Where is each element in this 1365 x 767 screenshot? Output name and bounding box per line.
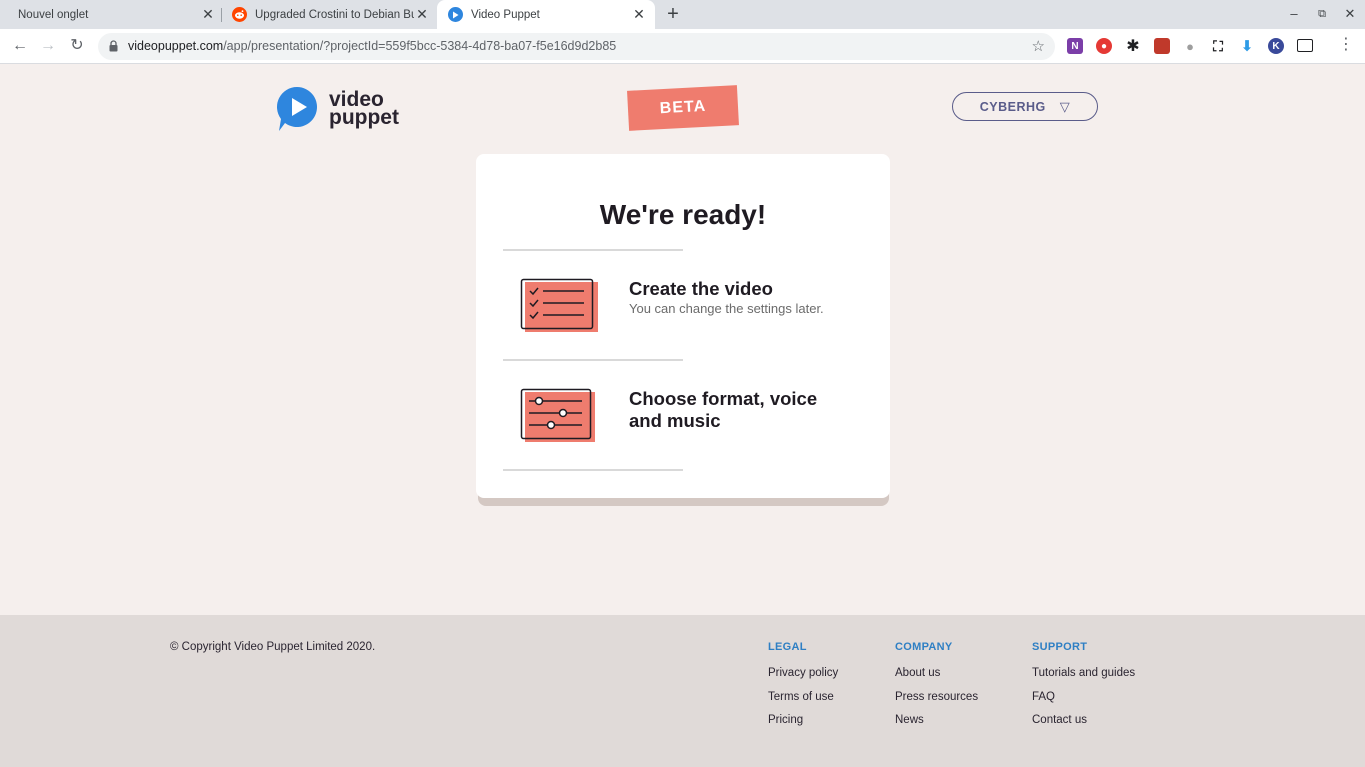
divider xyxy=(503,249,683,251)
checklist-icon xyxy=(520,278,598,332)
pricing-link[interactable]: Pricing xyxy=(768,714,838,728)
footer-legal-column: LEGAL Privacy policy Terms of use Pricin… xyxy=(768,641,838,738)
faq-link[interactable]: FAQ xyxy=(1032,691,1135,705)
card-title: We're ready! xyxy=(599,199,767,230)
screenshot-extension-icon[interactable]: ⛶ xyxy=(1210,38,1226,54)
browser-toolbar: ← → ↻ videopuppet.com/app/presentation/?… xyxy=(0,29,1365,64)
address-bar[interactable]: videopuppet.com/app/presentation/?projec… xyxy=(98,33,1055,60)
footer: © Copyright Video Puppet Limited 2020. L… xyxy=(0,615,1365,767)
video-puppet-icon xyxy=(448,7,463,22)
tab-nouvel-onglet[interactable]: Nouvel onglet ✕ xyxy=(8,0,220,29)
close-window-icon[interactable]: ✕ xyxy=(1342,6,1358,22)
tab-title: Upgraded Crostini to Debian Bus xyxy=(255,8,414,21)
url-text: videopuppet.com/app/presentation/?projec… xyxy=(128,39,616,53)
news-link[interactable]: News xyxy=(895,714,978,728)
user-name: CYBERHG xyxy=(979,99,1046,114)
divider xyxy=(503,359,683,361)
url-path: /app/presentation/?projectId=559f5bcc-53… xyxy=(223,39,617,53)
bookmark-star-icon[interactable]: ☆ xyxy=(1032,37,1045,55)
tab-close-icon[interactable]: ✕ xyxy=(414,6,430,23)
footer-heading: LEGAL xyxy=(768,641,807,653)
logo-text: video puppet xyxy=(329,89,399,129)
minimize-icon[interactable]: – xyxy=(1286,6,1302,21)
about-us-link[interactable]: About us xyxy=(895,667,978,681)
new-tab-button[interactable]: + xyxy=(663,4,683,25)
step-title-line-1: Choose format, voice xyxy=(629,388,818,409)
lock-icon xyxy=(109,40,118,52)
tab-video-puppet[interactable]: Video Puppet ✕ xyxy=(437,0,655,29)
reddit-icon xyxy=(232,7,247,22)
tab-close-icon[interactable]: ✕ xyxy=(631,6,647,23)
sliders-icon xyxy=(520,388,595,442)
logo-line-2: puppet xyxy=(329,106,399,129)
tab-reddit[interactable]: Upgraded Crostini to Debian Bus ✕ xyxy=(222,0,436,29)
download-extension-icon[interactable]: ⬇ xyxy=(1239,38,1255,55)
ready-card: We're ready! Create the video You can ch… xyxy=(476,154,890,498)
contact-us-link[interactable]: Contact us xyxy=(1032,714,1135,728)
footer-company-column: COMPANY About us Press resources News xyxy=(895,641,978,738)
divider xyxy=(503,469,683,471)
forward-arrow-icon[interactable]: → xyxy=(39,37,57,55)
k-extension-icon[interactable]: K xyxy=(1268,38,1284,54)
terms-of-use-link[interactable]: Terms of use xyxy=(768,691,838,705)
step-title-line-2: and music xyxy=(629,410,721,431)
step-title: Create the video xyxy=(629,278,773,299)
beta-badge: BETA xyxy=(627,85,739,131)
browser-tab-strip: Nouvel onglet ✕ Upgraded Crostini to Deb… xyxy=(0,0,1365,29)
speech-bubble-extension-icon[interactable]: ● xyxy=(1182,38,1198,54)
footer-support-column: SUPPORT Tutorials and guides FAQ Contact… xyxy=(1032,641,1135,738)
chevron-down-icon: ▽ xyxy=(1059,98,1071,114)
book-extension-icon[interactable] xyxy=(1154,38,1170,54)
press-resources-link[interactable]: Press resources xyxy=(895,691,978,705)
restore-window-icon[interactable]: ⧉ xyxy=(1314,8,1330,21)
privacy-policy-link[interactable]: Privacy policy xyxy=(768,667,838,681)
browser-menu-icon[interactable]: ⋮ xyxy=(1338,36,1354,54)
footer-heading: SUPPORT xyxy=(1032,641,1088,653)
video-puppet-logo[interactable]: video puppet xyxy=(276,86,399,132)
copyright: © Copyright Video Puppet Limited 2020. xyxy=(170,641,376,653)
user-account-dropdown[interactable]: CYBERHG ▽ xyxy=(952,92,1098,121)
footer-heading: COMPANY xyxy=(895,641,953,653)
url-host: videopuppet.com xyxy=(128,39,224,53)
asterisk-extension-icon[interactable]: ✱ xyxy=(1125,38,1141,55)
picture-in-picture-icon[interactable] xyxy=(1297,39,1313,52)
step-subtitle: You can change the settings later. xyxy=(629,301,824,316)
play-bubble-icon xyxy=(277,87,317,131)
reload-icon[interactable]: ↻ xyxy=(68,37,86,55)
tab-title: Nouvel onglet xyxy=(18,8,89,21)
adblock-extension-icon[interactable]: ● xyxy=(1096,38,1112,54)
onenote-extension-icon[interactable]: N xyxy=(1067,38,1083,54)
tab-close-icon[interactable]: ✕ xyxy=(200,6,216,23)
tutorials-link[interactable]: Tutorials and guides xyxy=(1032,667,1135,681)
back-arrow-icon[interactable]: ← xyxy=(11,37,29,55)
step-title: Choose format, voice and music xyxy=(629,388,817,432)
tab-title: Video Puppet xyxy=(471,8,540,21)
